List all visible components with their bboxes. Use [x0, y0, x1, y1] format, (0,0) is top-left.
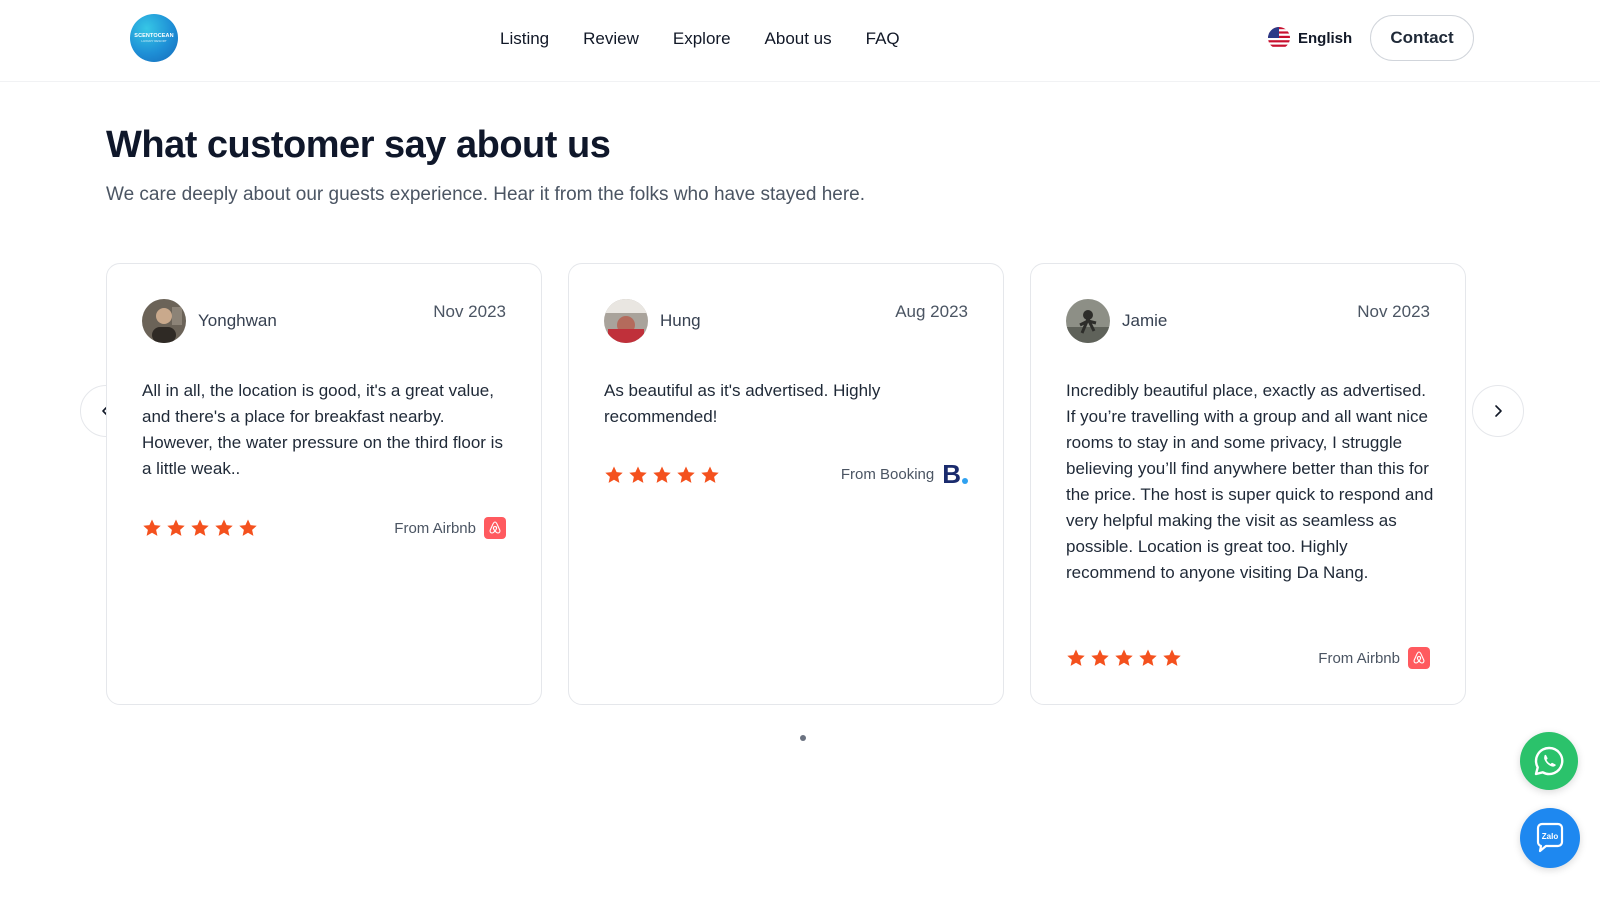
avatar — [1066, 299, 1110, 343]
review-card: Hung Aug 2023 As beautiful as it's adver… — [568, 263, 1004, 705]
avatar — [604, 299, 648, 343]
source-label: From Airbnb — [1318, 649, 1400, 667]
nav-listing[interactable]: Listing — [500, 28, 549, 50]
airbnb-icon — [484, 517, 506, 539]
star-icon — [1162, 648, 1182, 668]
review-date: Nov 2023 — [1357, 302, 1430, 321]
review-text: All in all, the location is good, it's a… — [142, 381, 503, 478]
review-card: Jamie Nov 2023 Incredibly beautiful plac… — [1030, 263, 1466, 705]
booking-icon: B — [942, 459, 968, 489]
review-source: From Airbnb — [1318, 647, 1430, 669]
star-icon — [1138, 648, 1158, 668]
review-source: From Airbnb — [394, 517, 506, 539]
booking-logo-letter: B — [942, 459, 961, 489]
star-icon — [142, 518, 162, 538]
whatsapp-icon — [1534, 746, 1564, 776]
avatar — [142, 299, 186, 343]
review-card: Yonghwan Nov 2023 All in all, the locati… — [106, 263, 542, 705]
review-text: As beautiful as it's advertised. Highly … — [604, 381, 881, 426]
contact-button[interactable]: Contact — [1370, 15, 1474, 61]
star-rating — [142, 518, 258, 538]
star-icon — [214, 518, 234, 538]
star-icon — [1114, 648, 1134, 668]
star-icon — [166, 518, 186, 538]
nav-faq[interactable]: FAQ — [866, 28, 900, 50]
source-label: From Airbnb — [394, 519, 476, 537]
review-date: Aug 2023 — [895, 302, 968, 321]
language-label: English — [1298, 29, 1353, 47]
star-icon — [652, 465, 672, 485]
star-icon — [604, 465, 624, 485]
us-flag-icon — [1268, 27, 1290, 49]
zalo-icon: Zalo — [1536, 822, 1564, 853]
star-rating — [1066, 648, 1182, 668]
source-label: From Booking — [840, 465, 935, 483]
review-text: Incredibly beautiful place, exactly as a… — [1066, 381, 1434, 582]
chevron-right-icon — [1495, 405, 1502, 417]
reviewer-name: Hung — [660, 311, 701, 330]
star-icon — [1066, 648, 1086, 668]
carousel-next-button[interactable] — [1472, 385, 1524, 437]
star-icon — [628, 465, 648, 485]
zalo-label: Zalo — [1542, 832, 1559, 841]
carousel-dot[interactable] — [800, 735, 806, 741]
main-nav: Listing Review Explore About us FAQ — [500, 28, 900, 50]
star-icon — [238, 518, 258, 538]
star-rating — [604, 465, 720, 485]
whatsapp-button[interactable] — [1520, 732, 1578, 790]
review-date: Nov 2023 — [433, 302, 506, 321]
section-title: What customer say about us — [106, 124, 611, 166]
nav-explore[interactable]: Explore — [673, 28, 731, 50]
logo-subtext: LUXURY RESORT — [141, 39, 167, 43]
brand-logo[interactable]: SCENTOCEAN LUXURY RESORT — [130, 14, 178, 62]
star-icon — [1090, 648, 1110, 668]
review-source: From Booking B — [840, 459, 968, 489]
section-subtitle: We care deeply about our guests experien… — [106, 184, 866, 205]
language-selector[interactable]: English — [1268, 27, 1352, 49]
reviewer-name: Jamie — [1122, 311, 1168, 330]
star-icon — [700, 465, 720, 485]
nav-about-us[interactable]: About us — [765, 28, 832, 50]
star-icon — [676, 465, 696, 485]
reviewer-name: Yonghwan — [198, 311, 277, 330]
nav-review[interactable]: Review — [583, 28, 639, 50]
star-icon — [190, 518, 210, 538]
site-header: SCENTOCEAN LUXURY RESORT Listing Review … — [0, 0, 1600, 82]
airbnb-icon — [1408, 647, 1430, 669]
zalo-button[interactable]: Zalo — [1520, 808, 1580, 868]
